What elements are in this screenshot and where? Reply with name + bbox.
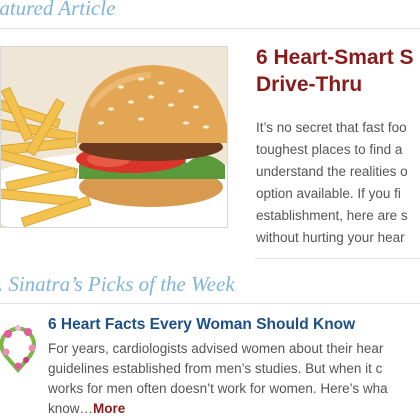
summary-line: It’s no secret that fast foo	[256, 120, 407, 135]
pick-article-headline[interactable]: 6 Heart Facts Every Woman Should Know	[48, 316, 420, 334]
featured-article-summary: It’s no secret that fast foo toughest pl…	[256, 117, 420, 249]
picks-section-title: r. Sinatra’s Picks of the Week	[0, 272, 235, 296]
heart-wreath-icon	[0, 318, 36, 374]
summary-line: guidelines established from men’s studie…	[48, 361, 383, 376]
summary-line: For years, cardiologists advised women a…	[48, 341, 384, 356]
summary-line: without hurting your hear	[256, 230, 405, 245]
summary-line: toughest places to find a	[256, 142, 403, 157]
featured-article-image[interactable]	[0, 46, 228, 228]
pick-article-summary: For years, cardiologists advised women a…	[48, 339, 420, 419]
summary-line: understand the realities o	[256, 164, 408, 179]
featured-article-headline[interactable]: 6 Heart-Smart S Drive-Thru	[256, 44, 420, 98]
article-divider	[255, 258, 420, 259]
featured-section-title: eatured Article	[0, 0, 116, 20]
heart-wreath-thumbnail[interactable]	[0, 318, 36, 374]
burger-fries-illustration	[1, 47, 227, 227]
summary-line-text: know…	[48, 401, 94, 416]
summary-line: establishment, here are s	[256, 208, 408, 223]
section-divider	[0, 303, 420, 304]
summary-line: option available. If you fi	[256, 186, 401, 201]
section-divider	[0, 28, 420, 29]
summary-line: works for men often doesn’t work for wom…	[48, 381, 388, 396]
summary-line-last: know…More	[48, 399, 420, 419]
more-link[interactable]: More	[93, 401, 125, 416]
